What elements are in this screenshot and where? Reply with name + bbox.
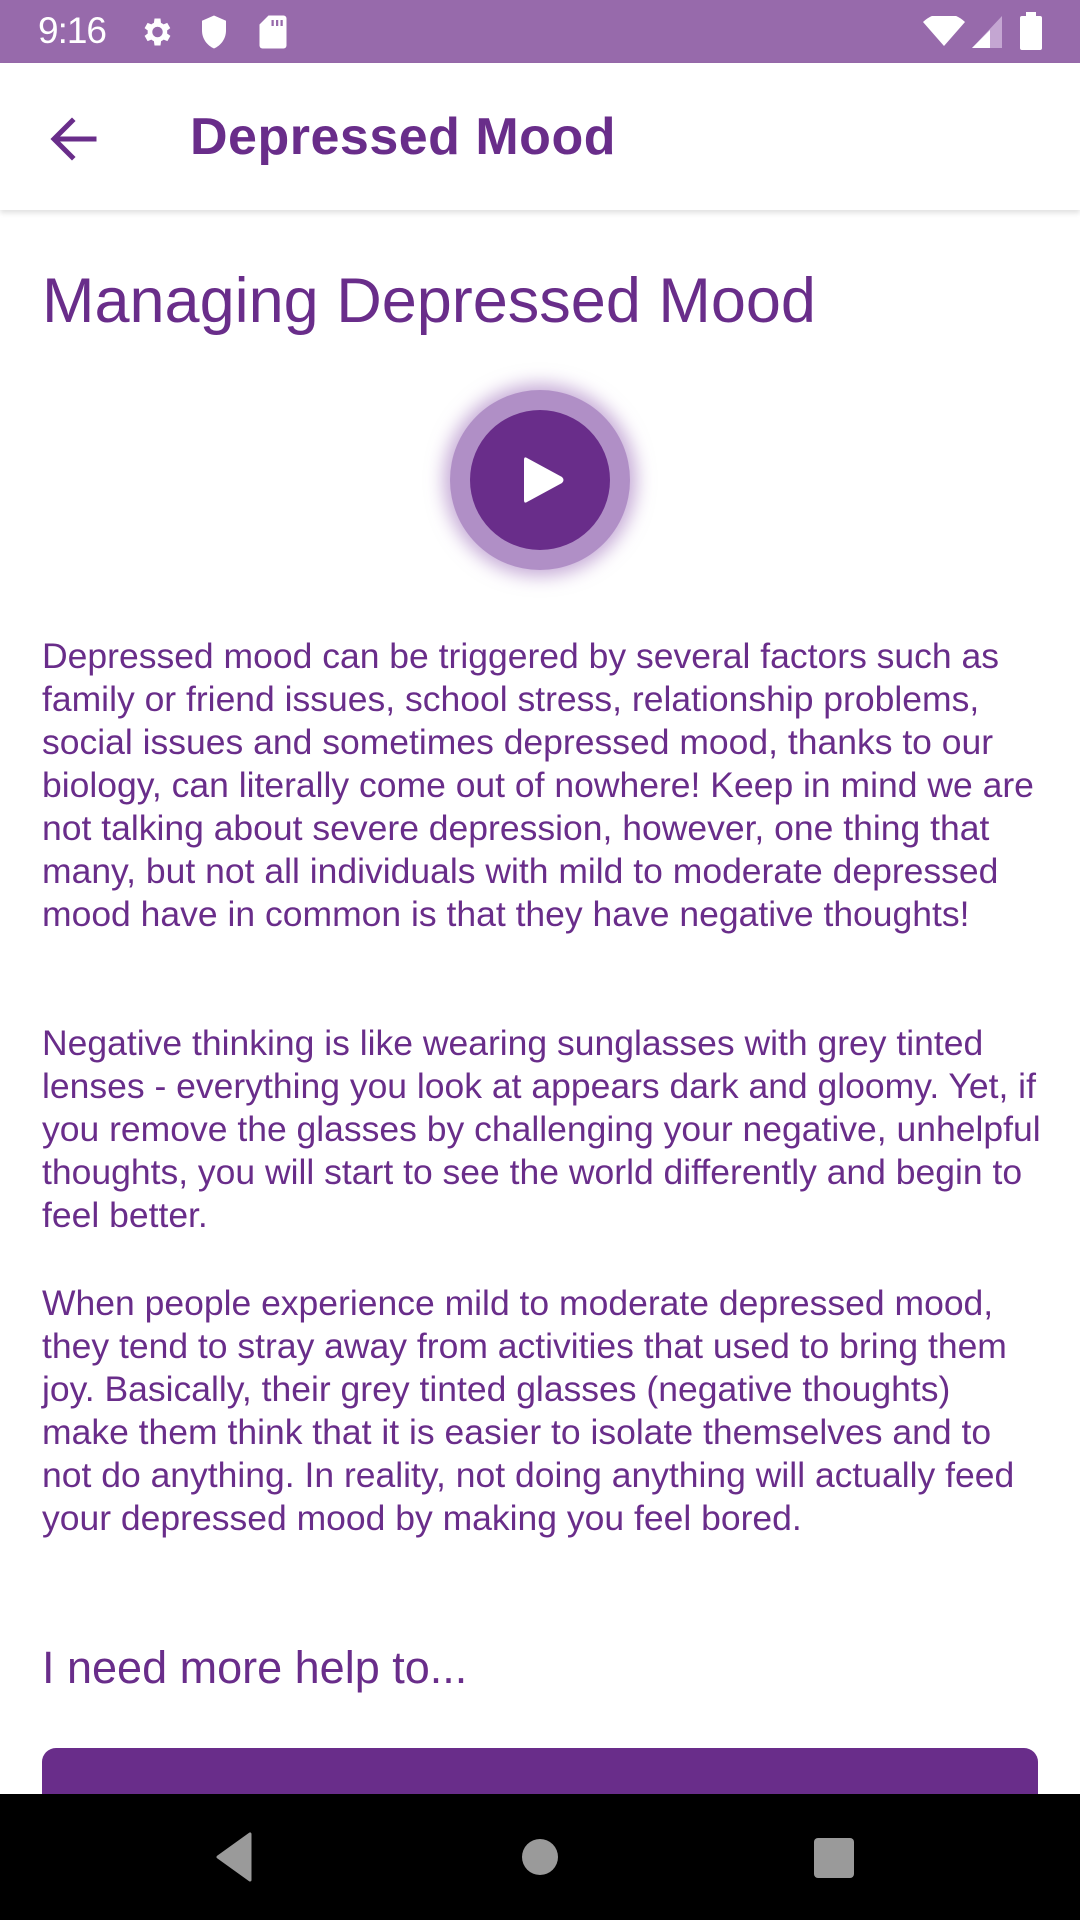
play-button[interactable] <box>470 410 610 550</box>
cell-signal-icon <box>970 14 1004 53</box>
status-time: 9:16 <box>38 10 107 51</box>
arrow-back-icon <box>50 117 97 161</box>
audio-player <box>450 390 630 570</box>
page-heading: Managing Depressed Mood <box>42 266 816 336</box>
paragraph-1: Depressed mood can be triggered by sever… <box>42 636 1034 934</box>
help-heading: I need more help to... <box>42 1642 468 1693</box>
paragraph-3: When people experience mild to moderate … <box>42 1283 1015 1538</box>
app-bar: Depressed Mood <box>0 63 1080 210</box>
play-icon <box>524 457 564 503</box>
nav-recents-button[interactable] <box>812 1830 856 1889</box>
talk-to-someone-button[interactable]: Talk to someone about how I'm feeling <box>42 1748 1038 1794</box>
system-nav-bar <box>0 1794 1080 1920</box>
nav-home-icon <box>522 1839 558 1875</box>
back-button[interactable] <box>36 103 108 175</box>
shield-icon <box>198 14 230 55</box>
nav-home-button[interactable] <box>520 1830 560 1889</box>
content-scroll[interactable]: Managing Depressed Mood Depressed mood c… <box>0 210 1080 1794</box>
nav-back-button[interactable] <box>210 1830 260 1889</box>
paragraph-2: Negative thinking is like wearing sungla… <box>42 1023 1041 1235</box>
sd-card-icon <box>258 14 288 55</box>
nav-recents-icon <box>814 1838 854 1878</box>
gear-icon <box>138 14 174 55</box>
status-bar: 9:16 <box>0 0 1080 63</box>
wifi-icon <box>922 13 966 53</box>
nav-back-icon <box>216 1832 252 1882</box>
app-bar-title: Depressed Mood <box>190 108 616 166</box>
battery-icon <box>1020 12 1042 55</box>
